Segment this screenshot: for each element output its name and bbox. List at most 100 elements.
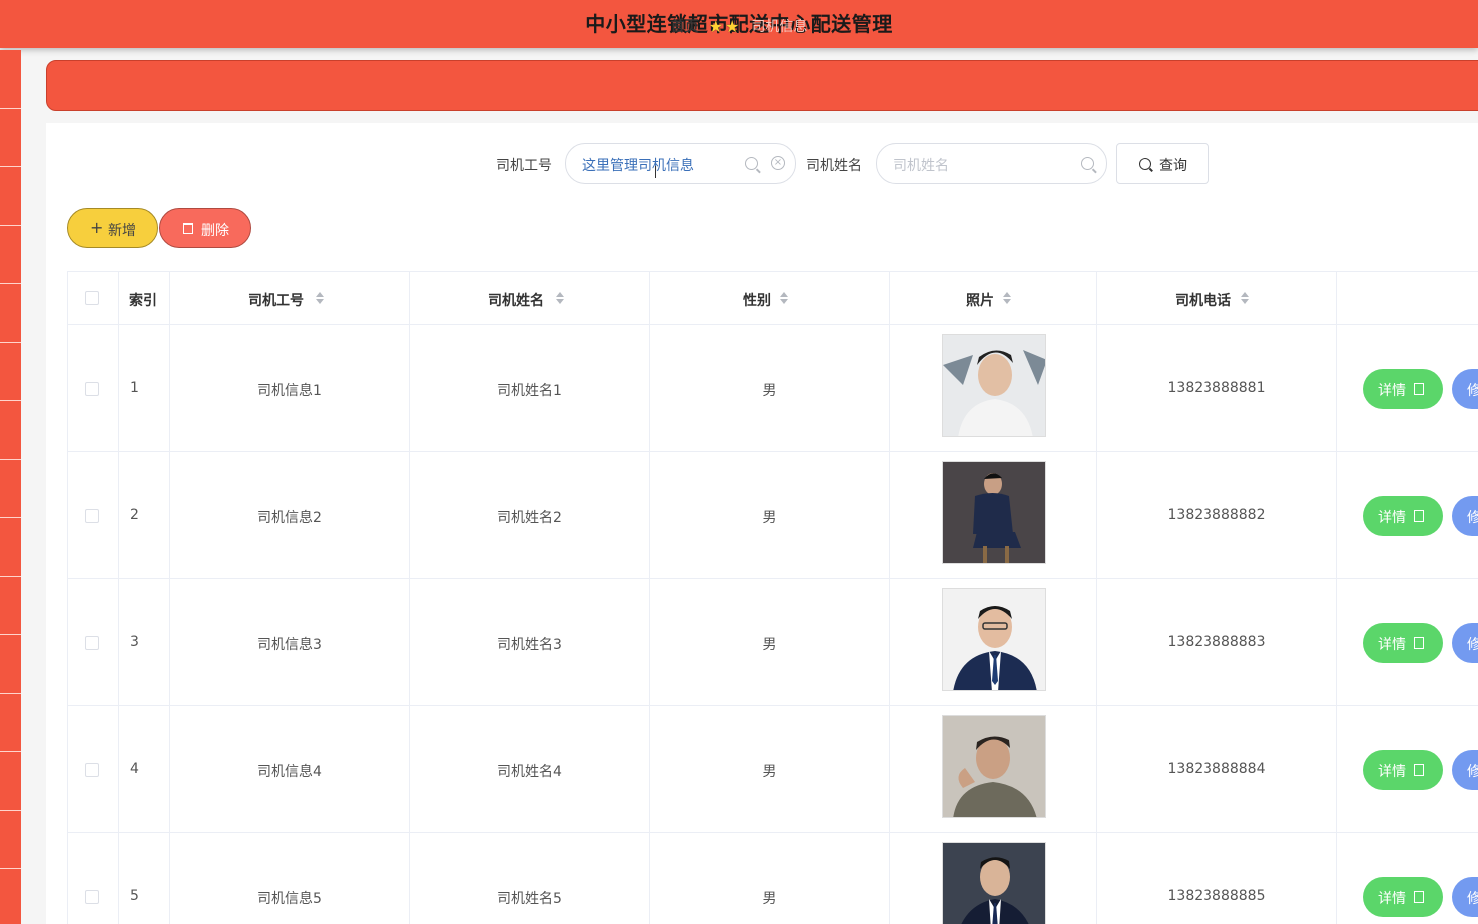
- sort-icon[interactable]: [1241, 292, 1249, 304]
- row-phone-cell: 13823888885: [1097, 833, 1337, 924]
- header-driver-id[interactable]: 司机工号: [170, 272, 410, 324]
- detail-button[interactable]: 详情: [1363, 877, 1443, 917]
- edit-button[interactable]: 修: [1452, 496, 1478, 536]
- document-icon: [1414, 637, 1424, 649]
- detail-button[interactable]: 详情: [1363, 623, 1443, 663]
- header-driver-name-label: 司机姓名: [488, 293, 544, 309]
- row-select-cell: [68, 452, 119, 578]
- row-index-cell: 4: [119, 706, 170, 832]
- row-driver-name-cell: 司机姓名2: [410, 452, 650, 578]
- search-icon: [1139, 158, 1151, 170]
- row-index-cell: 3: [119, 579, 170, 705]
- row-gender-cell: 男: [650, 833, 890, 924]
- driver-name-input[interactable]: 司机姓名: [876, 143, 1107, 184]
- edit-button[interactable]: 修: [1452, 750, 1478, 790]
- row-actions-cell: 详情 修: [1337, 706, 1478, 832]
- edit-button[interactable]: 修: [1452, 623, 1478, 663]
- row-checkbox[interactable]: [85, 763, 99, 777]
- sidebar-item[interactable]: [0, 343, 21, 401]
- sidebar-item[interactable]: [0, 50, 21, 109]
- driver-photo[interactable]: [942, 715, 1046, 818]
- breadcrumb-current: 司机信息: [751, 19, 808, 35]
- query-button-label: 查询: [1159, 158, 1187, 174]
- driver-photo[interactable]: [942, 334, 1046, 437]
- row-driver-name: 司机姓名1: [497, 383, 562, 399]
- sort-icon[interactable]: [316, 292, 324, 304]
- detail-button[interactable]: 详情: [1363, 369, 1443, 409]
- sidebar-item[interactable]: [0, 401, 21, 460]
- search-icon: [745, 157, 758, 170]
- driver-id-input[interactable]: 这里管理司机信息 ×: [565, 143, 796, 184]
- header-photo-label: 照片: [966, 293, 994, 309]
- row-gender: 男: [762, 764, 777, 780]
- row-checkbox[interactable]: [85, 509, 99, 523]
- row-driver-name-cell: 司机姓名3: [410, 579, 650, 705]
- add-button[interactable]: + 新增: [67, 208, 158, 248]
- header-gender[interactable]: 性别: [650, 272, 890, 324]
- row-driver-id-cell: 司机信息5: [170, 833, 410, 924]
- detail-button[interactable]: 详情: [1363, 750, 1443, 790]
- header-phone[interactable]: 司机电话: [1097, 272, 1337, 324]
- sidebar-item[interactable]: [0, 635, 21, 694]
- query-button[interactable]: 查询: [1116, 143, 1209, 184]
- sidebar-item[interactable]: [0, 811, 21, 869]
- detail-button[interactable]: 详情: [1363, 496, 1443, 536]
- row-phone-cell: 13823888882: [1097, 452, 1337, 578]
- breadcrumb: 首页 ★★ 司机信息: [0, 16, 1478, 36]
- row-checkbox[interactable]: [85, 890, 99, 904]
- row-driver-id: 司机信息1: [257, 383, 322, 399]
- driver-photo[interactable]: [942, 588, 1046, 691]
- driver-photo[interactable]: [942, 842, 1046, 924]
- row-index: 5: [130, 888, 139, 904]
- row-driver-id: 司机信息2: [257, 510, 322, 526]
- sidebar-item[interactable]: [0, 577, 21, 635]
- sidebar-item[interactable]: [0, 694, 21, 752]
- delete-button[interactable]: 删除: [159, 208, 251, 248]
- header-photo[interactable]: 照片: [890, 272, 1097, 324]
- sidebar-item[interactable]: [0, 518, 21, 577]
- driver-photo[interactable]: [942, 461, 1046, 564]
- row-photo-cell: [890, 833, 1097, 924]
- row-index: 3: [130, 634, 139, 650]
- row-gender-cell: 男: [650, 325, 890, 451]
- table-row: 5 司机信息5 司机姓名5 男 13823888885 详情 修: [67, 832, 1478, 924]
- row-select-cell: [68, 325, 119, 451]
- row-index-cell: 5: [119, 833, 170, 924]
- sidebar-item[interactable]: [0, 284, 21, 343]
- row-gender: 男: [762, 510, 777, 526]
- row-checkbox[interactable]: [85, 382, 99, 396]
- row-driver-name-cell: 司机姓名4: [410, 706, 650, 832]
- detail-button-label: 详情: [1378, 510, 1406, 526]
- document-icon: [1414, 764, 1424, 776]
- row-phone: 13823888885: [1167, 888, 1266, 904]
- sort-icon[interactable]: [556, 292, 564, 304]
- row-phone-cell: 13823888884: [1097, 706, 1337, 832]
- header-driver-name[interactable]: 司机姓名: [410, 272, 650, 324]
- sidebar-item[interactable]: [0, 752, 21, 811]
- edit-button[interactable]: 修: [1452, 369, 1478, 409]
- breadcrumb-home[interactable]: 首页: [671, 16, 699, 36]
- row-checkbox[interactable]: [85, 636, 99, 650]
- row-phone-cell: 13823888881: [1097, 325, 1337, 451]
- clear-icon[interactable]: ×: [771, 156, 785, 170]
- row-phone: 13823888884: [1167, 761, 1266, 777]
- sidebar-item[interactable]: [0, 226, 21, 284]
- row-driver-id-cell: 司机信息3: [170, 579, 410, 705]
- row-actions-cell: 详情 修: [1337, 325, 1478, 451]
- row-driver-name-cell: 司机姓名5: [410, 833, 650, 924]
- table-row: 1 司机信息1 司机姓名1 男 13823888881 详情 修: [67, 324, 1478, 451]
- row-driver-id: 司机信息3: [257, 637, 322, 653]
- sort-icon[interactable]: [1003, 292, 1011, 304]
- text-cursor: [655, 166, 656, 178]
- sidebar-item[interactable]: [0, 109, 21, 167]
- star-separator-icon: ★★: [708, 16, 742, 36]
- edit-button[interactable]: 修: [1452, 877, 1478, 917]
- sort-icon[interactable]: [780, 292, 788, 304]
- select-all-checkbox[interactable]: [85, 291, 99, 305]
- sidebar-item[interactable]: [0, 869, 21, 924]
- detail-button-label: 详情: [1378, 891, 1406, 907]
- sidebar-item[interactable]: [0, 460, 21, 518]
- sidebar-item[interactable]: [0, 167, 21, 226]
- search-icon: [1081, 157, 1094, 170]
- row-photo-cell: [890, 579, 1097, 705]
